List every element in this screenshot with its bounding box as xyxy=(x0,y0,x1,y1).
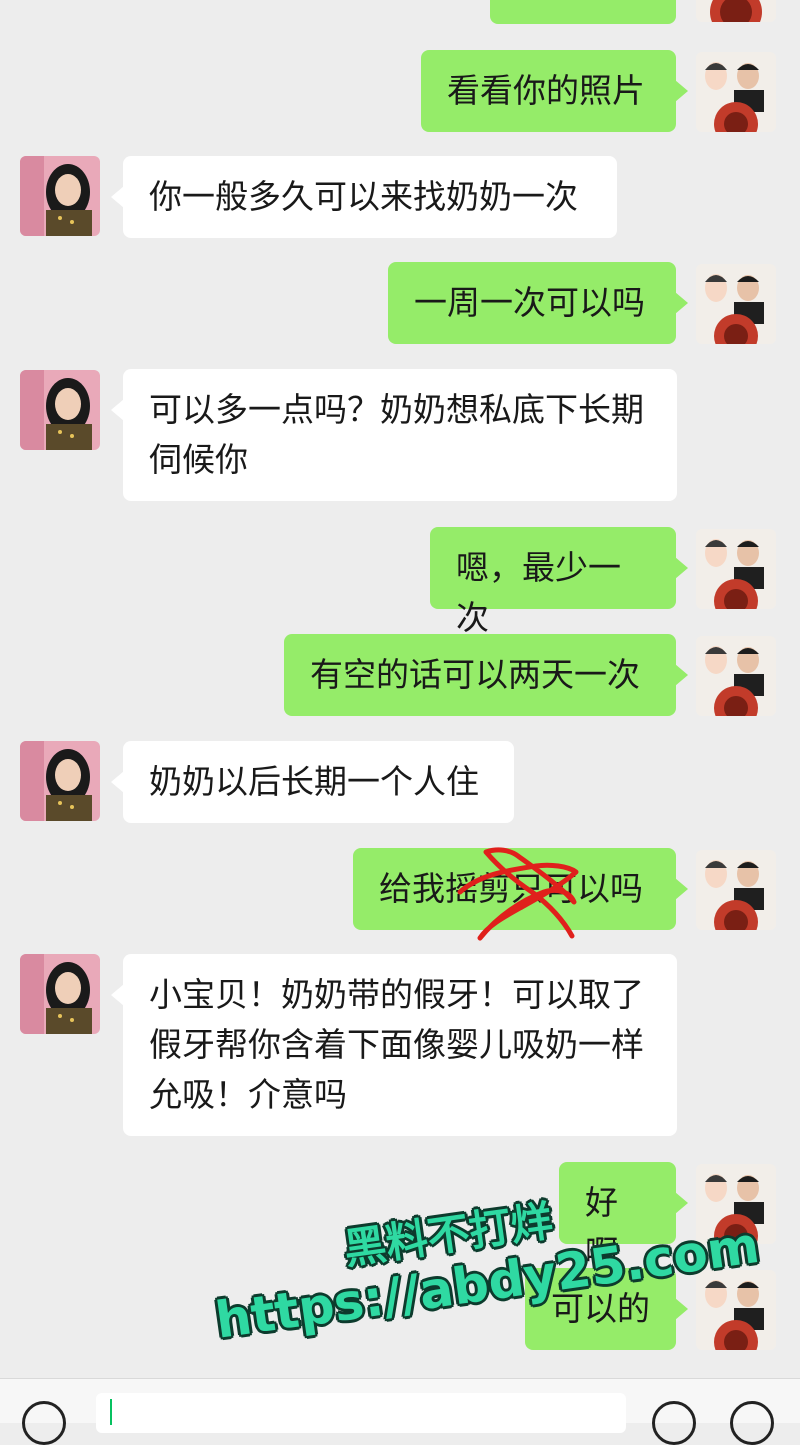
self-avatar[interactable] xyxy=(696,52,776,132)
message-bubble-self[interactable] xyxy=(490,0,676,24)
message-bubble-self[interactable]: 看看你的照片 xyxy=(421,50,688,132)
contact-avatar[interactable] xyxy=(20,954,100,1034)
contact-avatar[interactable] xyxy=(20,156,100,236)
chat-input-bar xyxy=(0,1378,800,1445)
self-avatar[interactable] xyxy=(696,0,776,22)
contact-avatar[interactable] xyxy=(20,370,100,450)
self-avatar[interactable] xyxy=(696,636,776,716)
message-bubble-other[interactable]: 小宝贝！奶奶带的假牙！可以取了假牙帮你含着下面像婴儿吸奶一样允吸！介意吗 xyxy=(111,954,677,1136)
message-bubble-other[interactable]: 奶奶以后长期一个人住 xyxy=(111,741,514,823)
self-avatar[interactable] xyxy=(696,529,776,609)
message-bubble-self[interactable]: 一周一次可以吗 xyxy=(388,262,688,344)
self-avatar[interactable] xyxy=(696,850,776,930)
self-avatar[interactable] xyxy=(696,1270,776,1350)
emoji-icon[interactable] xyxy=(652,1401,696,1445)
message-input[interactable] xyxy=(96,1393,626,1433)
redaction-scribble xyxy=(457,847,579,941)
plus-circle-icon[interactable] xyxy=(730,1401,774,1445)
message-bubble-self[interactable]: 嗯，最少一次 xyxy=(430,527,688,637)
message-bubble-other[interactable]: 可以多一点吗？奶奶想私底下长期伺候你 xyxy=(111,369,677,501)
message-bubble-other[interactable]: 你一般多久可以来找奶奶一次 xyxy=(111,156,617,238)
message-bubble-self[interactable]: 有空的话可以两天一次 xyxy=(284,634,688,716)
voice-icon[interactable] xyxy=(22,1401,66,1445)
contact-avatar[interactable] xyxy=(20,741,100,821)
self-avatar[interactable] xyxy=(696,264,776,344)
text-caret xyxy=(110,1399,112,1425)
